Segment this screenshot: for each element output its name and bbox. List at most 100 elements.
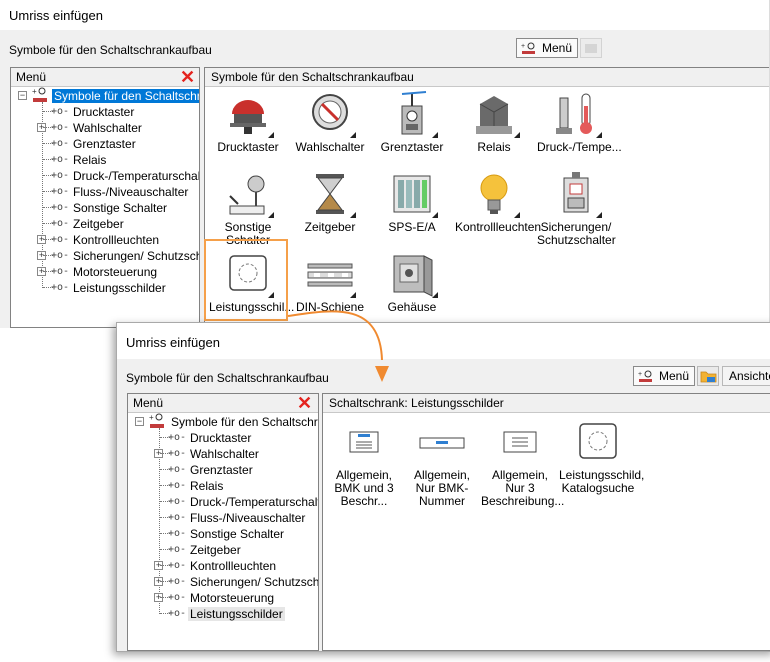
din-rail-icon xyxy=(298,250,362,298)
symbol-node-icon: +o- xyxy=(51,186,70,197)
tree-item-label: Sonstige Schalter xyxy=(190,527,285,541)
tree-item-label: Sonstige Schalter xyxy=(73,201,168,215)
symbol-node-icon: +o- xyxy=(51,202,70,213)
menu-button-label: Menü xyxy=(542,41,573,55)
symbol-node-icon: +o- xyxy=(168,544,187,555)
svg-text:+: + xyxy=(32,87,37,96)
menu-button-bottom[interactable]: + Menü xyxy=(633,366,696,386)
selector-switch-icon xyxy=(298,90,362,138)
tree-item-label: Sicherungen/ Schutzschalter xyxy=(190,575,319,589)
gallery-item[interactable]: SPS-E/A xyxy=(373,170,451,234)
symbol-node-icon: +o- xyxy=(168,560,187,571)
nameplate-catalog-icon xyxy=(566,418,630,466)
title-bar-bottom: Umriss einfügen xyxy=(117,323,770,359)
gallery-item[interactable]: Sonstige Schalter xyxy=(209,170,287,247)
folder-button[interactable] xyxy=(580,38,602,58)
collapse-icon[interactable]: − xyxy=(18,91,27,100)
gallery-item[interactable]: Allgemein, Nur 3 Beschreibung... xyxy=(481,418,565,508)
gallery-item-label: SPS-E/A xyxy=(388,220,436,234)
fuse-breaker-icon xyxy=(544,170,608,218)
gallery-item-label: Druck-/Tempe... xyxy=(537,140,622,154)
symbol-node-icon: +o- xyxy=(168,448,187,459)
symbol-gallery-panel: Symbole für den Schaltschrankaufbau Druc… xyxy=(204,67,769,328)
tree-item-label: Wahlschalter xyxy=(73,121,142,135)
gallery-item[interactable]: Leistungsschild, Katalogsuche xyxy=(559,418,644,495)
tree-item-label: Zeitgeber xyxy=(190,543,241,557)
pilot-light-bulb-icon xyxy=(462,170,526,218)
gallery-item[interactable]: Zeitgeber xyxy=(291,170,369,234)
tree-item-label: Motorsteuerung xyxy=(73,265,158,279)
gallery-item[interactable]: Relais xyxy=(455,90,533,154)
gallery-item-label: Gehäuse xyxy=(387,300,437,314)
gallery-item[interactable]: Allgemein, Nur BMK-Nummer xyxy=(403,418,481,508)
focus-highlight xyxy=(204,239,288,321)
tree-item-label: Symbole für den Schaltschrankaufbau xyxy=(171,415,318,429)
tree-item-label: Druck-/Temperaturschalter xyxy=(190,495,319,509)
menu-tree-panel: Menü ✕ −+ Symbole für den Schaltschrankau… xyxy=(10,67,200,328)
symbol-node-icon: +o- xyxy=(51,250,70,261)
symbol-node-icon: +o- xyxy=(51,218,70,229)
symbol-folder-icon: + xyxy=(31,86,49,107)
gallery-item[interactable]: Allgemein, BMK und 3 Beschr... xyxy=(325,418,403,508)
menu-button[interactable]: + Menü xyxy=(516,38,579,58)
title-bar: Umriss einfügen xyxy=(0,0,769,30)
gallery-item[interactable]: Druck-/Tempe... xyxy=(537,90,622,154)
gallery-item[interactable]: Drucktaster xyxy=(209,90,287,154)
tree-item-label: Druck-/Temperaturschalter xyxy=(73,169,199,183)
menu-symbol-icon: + xyxy=(521,42,535,54)
menu-panel-header: Menü ✕ xyxy=(11,68,199,87)
nameplate-gallery-panel: Schaltschrank: Leistungsschilder Allgeme… xyxy=(322,393,770,651)
collapse-icon[interactable]: − xyxy=(135,417,144,426)
gallery-header: Symbole für den Schaltschrankaufbau xyxy=(205,68,769,87)
gallery-item[interactable]: Sicherungen/ Schutzschalter xyxy=(537,170,616,247)
svg-text:+: + xyxy=(638,371,642,378)
timer-hourglass-icon xyxy=(298,170,362,218)
menu-tree-panel-bottom: Menü ✕ −+ Symbole für den Schaltschrankau… xyxy=(127,393,319,651)
menu-panel-title: Menü xyxy=(16,70,47,84)
dialog-title-bottom: Umriss einfügen xyxy=(126,335,220,350)
nameplate-3-desc-icon xyxy=(488,418,552,466)
gallery-title-bottom: Schaltschrank: Leistungsschilder xyxy=(329,396,504,410)
gallery-item[interactable]: Wahlschalter xyxy=(291,90,369,154)
tree-item-label: Kontrollleuchten xyxy=(190,559,277,573)
gallery-item[interactable]: Gehäuse xyxy=(373,250,451,314)
tree-item-label: Fluss-/Niveauschalter xyxy=(73,185,189,199)
symbol-node-icon: +o- xyxy=(51,234,70,245)
pressure-temperature-icon xyxy=(544,90,608,138)
folder-button-bottom[interactable] xyxy=(697,366,719,386)
symbol-node-icon: +o- xyxy=(168,608,187,619)
tree-item-label: Motorsteuerung xyxy=(190,591,275,605)
symbol-node-icon: +o- xyxy=(168,432,187,443)
gallery-item-label: Wahlschalter xyxy=(295,140,365,154)
symbol-node-icon: +o- xyxy=(168,528,187,539)
gallery-item-label: Allgemein, Nur 3 Beschreibung... xyxy=(481,468,565,508)
gallery-item-label: Grenztaster xyxy=(380,140,444,154)
gallery-item[interactable]: Grenztaster xyxy=(373,90,451,154)
gallery-item-label: Allgemein, BMK und 3 Beschr... xyxy=(334,468,394,508)
gallery-item-label: Sicherungen/ Schutzschalter xyxy=(537,220,616,247)
view-button[interactable]: Ansichte xyxy=(722,366,770,386)
tree-item-label: Grenztaster xyxy=(190,463,253,477)
tree-item-label: Drucktaster xyxy=(190,431,252,445)
gallery-item[interactable]: DIN-Schiene xyxy=(291,250,369,314)
plc-io-icon xyxy=(380,170,444,218)
symbol-node-icon: +o- xyxy=(168,496,187,507)
limit-switch-icon xyxy=(380,90,444,138)
view-button-label: Ansichte xyxy=(729,369,770,383)
dialog-bottom: Umriss einfügen Symbole für den Schaltsc… xyxy=(116,322,770,652)
tree-item-label: Kontrollleuchten xyxy=(73,233,160,247)
symbol-node-icon: +o- xyxy=(51,154,70,165)
close-icon[interactable]: ✕ xyxy=(297,394,312,412)
tree-item-label: Grenztaster xyxy=(73,137,136,151)
symbol-node-icon: +o- xyxy=(168,576,187,587)
tree-item-label: Leistungsschilder xyxy=(73,281,166,295)
symbol-node-icon: +o- xyxy=(51,122,70,133)
gallery-item-label: Zeitgeber xyxy=(304,220,356,234)
tree-item-label: Fluss-/Niveauschalter xyxy=(190,511,306,525)
close-icon[interactable]: ✕ xyxy=(180,68,195,86)
gallery-item-label: Relais xyxy=(477,140,511,154)
tree-item-label: Relais xyxy=(190,479,224,493)
gallery-item-label: Kontrollleuchten xyxy=(455,220,542,234)
symbol-node-icon: +o- xyxy=(51,266,70,277)
gallery-item[interactable]: Kontrollleuchten xyxy=(455,170,542,234)
